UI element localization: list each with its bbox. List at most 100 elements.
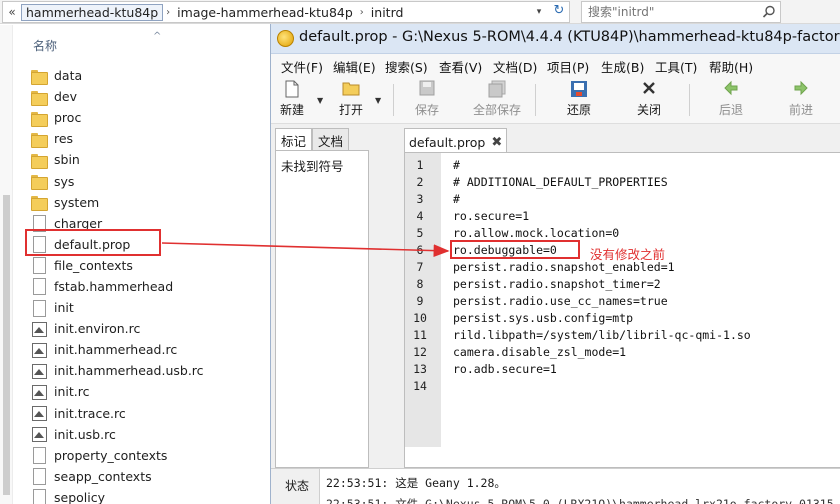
file-list-item[interactable]: sbin — [31, 149, 271, 170]
search-input[interactable] — [582, 2, 752, 22]
menu-project[interactable]: 项目(P) — [547, 57, 589, 76]
code-line[interactable]: 10 persist.sys.usb.config=mtp — [405, 310, 840, 327]
menu-view[interactable]: 查看(V) — [439, 57, 482, 76]
code-line[interactable]: 11 rild.libpath=/system/lib/libril-qc-qmi… — [405, 327, 840, 344]
file-list-item[interactable]: system — [31, 192, 271, 213]
tab-symbols[interactable]: 标记 — [275, 128, 313, 150]
column-header-name[interactable]: 名称 — [33, 37, 57, 54]
address-overflow-chevron[interactable]: « — [3, 5, 21, 19]
image-file-icon — [31, 405, 47, 422]
file-list-item[interactable]: res — [31, 128, 271, 149]
file-list-item[interactable]: dev — [31, 86, 271, 107]
menu-build[interactable]: 生成(B) — [601, 57, 644, 76]
file-list-item[interactable]: seapp_contexts — [31, 466, 271, 487]
line-number: 13 — [413, 362, 427, 376]
image-file-icon — [31, 384, 47, 400]
menu-document[interactable]: 文档(D) — [493, 57, 537, 76]
address-dropdown-icon[interactable]: ▾ — [531, 7, 547, 17]
message-panel: 状态 22:53:51: 这是 Geany 1.28。 22:53:51: 文件… — [271, 468, 840, 504]
open-dropdown-icon[interactable]: ▼ — [375, 96, 381, 105]
new-dropdown-icon[interactable]: ▼ — [317, 96, 323, 105]
back-button[interactable]: 后退 — [705, 78, 757, 122]
code-line[interactable]: 3 # — [405, 191, 840, 208]
revert-button[interactable]: 还原 — [553, 78, 605, 122]
document-tab[interactable]: default.prop ✖ — [404, 128, 508, 152]
symbol-list[interactable]: 未找到符号 — [275, 150, 369, 468]
open-folder-icon — [342, 80, 360, 98]
image-file-icon — [31, 321, 47, 337]
code-text: ro.adb.secure=1 — [453, 362, 557, 376]
line-number: 1 — [416, 158, 424, 172]
toolbar-separator — [689, 84, 690, 116]
file-icon — [31, 257, 47, 275]
sort-ascending-icon[interactable]: ^ — [153, 31, 161, 42]
image-file-icon — [31, 426, 47, 443]
open-button[interactable]: 打开 — [325, 78, 377, 122]
file-list-item[interactable]: init.hammerhead.usb.rc — [31, 360, 271, 381]
code-line[interactable]: 4 ro.secure=1 — [405, 208, 840, 225]
geany-app-icon — [277, 30, 294, 47]
breadcrumb-image-hammerhead-ktu84p[interactable]: image-hammerhead-ktu84p — [173, 5, 357, 20]
code-line[interactable]: 8 persist.radio.snapshot_timer=2 — [405, 276, 840, 293]
file-list-item[interactable]: init.usb.rc — [31, 424, 271, 445]
revert-icon — [570, 80, 588, 98]
refresh-icon[interactable]: ↻ — [551, 3, 567, 19]
file-list-item[interactable]: init.rc — [31, 381, 271, 402]
file-list-item[interactable]: init — [31, 297, 271, 318]
toolbar: 新建 ▼ 打开 ▼ 保存 全部保存 还原 关闭 后退 前进 — [271, 76, 840, 124]
breadcrumb-initrd[interactable]: initrd — [367, 5, 408, 20]
file-list-item[interactable]: fstab.hammerhead — [31, 276, 271, 297]
code-line[interactable]: 14 — [405, 378, 840, 395]
new-button[interactable]: 新建 — [266, 78, 318, 122]
tab-close-icon[interactable]: ✖ — [491, 135, 502, 150]
menu-help[interactable]: 帮助(H) — [709, 57, 753, 76]
file-list-item[interactable]: data — [31, 65, 271, 86]
file-icon — [31, 278, 47, 296]
status-messages[interactable]: 22:53:51: 这是 Geany 1.28。 22:53:51: 文件 G:… — [319, 469, 840, 504]
search-icon[interactable] — [762, 5, 776, 19]
file-list-item[interactable]: init.trace.rc — [31, 403, 271, 424]
title-bar[interactable]: default.prop - G:\Nexus 5-ROM\4.4.4 (KTU… — [271, 24, 840, 54]
status-tab[interactable]: 状态 — [285, 477, 309, 494]
address-bar[interactable]: « hammerhead-ktu84p › image-hammerhead-k… — [2, 1, 570, 23]
search-field[interactable] — [581, 1, 781, 23]
code-line[interactable]: 1 # — [405, 157, 840, 174]
file-name: system — [54, 194, 100, 210]
file-list-item[interactable]: file_contexts — [31, 255, 271, 276]
forward-button[interactable]: 前进 — [775, 78, 827, 122]
code-editor[interactable]: 1 #2 # ADDITIONAL_DEFAULT_PROPERTIES 3 #4 ro.… — [404, 152, 840, 468]
file-list-item[interactable]: init.hammerhead.rc — [31, 339, 271, 360]
symbols-empty-text: 未找到符号 — [281, 159, 344, 174]
file-name: sys — [54, 173, 75, 189]
editor-area: default.prop ✖ 1 #2 # ADDITIONAL_DEFAULT_P… — [404, 128, 840, 468]
file-name: proc — [54, 110, 82, 126]
save-all-button[interactable]: 全部保存 — [467, 78, 527, 122]
menu-edit[interactable]: 编辑(E) — [333, 57, 376, 76]
file-list-item[interactable]: sepolicy — [31, 487, 271, 504]
menu-search[interactable]: 搜索(S) — [385, 57, 428, 76]
file-list-item[interactable]: sys — [31, 170, 271, 191]
line-number: 11 — [413, 328, 427, 342]
navigation-pane-scrollbar[interactable] — [0, 25, 13, 504]
close-button[interactable]: 关闭 — [623, 78, 675, 122]
file-list-item[interactable]: proc — [31, 107, 271, 128]
breadcrumb-hammerhead-ktu84p[interactable]: hammerhead-ktu84p — [21, 3, 164, 21]
file-icon — [31, 468, 47, 486]
menu-file[interactable]: 文件(F) — [281, 57, 323, 76]
code-line[interactable]: 2 # ADDITIONAL_DEFAULT_PROPERTIES — [405, 174, 840, 191]
code-text: camera.disable_zsl_mode=1 — [453, 345, 627, 359]
close-icon — [640, 80, 658, 98]
code-line[interactable]: 13 ro.adb.secure=1 — [405, 361, 840, 378]
code-line[interactable]: 9 persist.radio.use_cc_names=true — [405, 293, 840, 310]
code-line[interactable]: 12 camera.disable_zsl_mode=1 — [405, 344, 840, 361]
tab-documents[interactable]: 文档 — [312, 128, 350, 150]
folder-icon — [31, 89, 48, 106]
breadcrumb-separator-icon[interactable]: › — [357, 7, 367, 18]
file-list-item[interactable]: property_contexts — [31, 445, 271, 466]
file-list-item[interactable]: init.environ.rc — [31, 318, 271, 339]
save-button[interactable]: 保存 — [401, 78, 453, 122]
scrollbar-thumb[interactable] — [3, 195, 10, 495]
menu-tools[interactable]: 工具(T) — [655, 57, 697, 76]
breadcrumb-separator-icon[interactable]: › — [163, 7, 173, 18]
file-icon — [31, 447, 47, 465]
